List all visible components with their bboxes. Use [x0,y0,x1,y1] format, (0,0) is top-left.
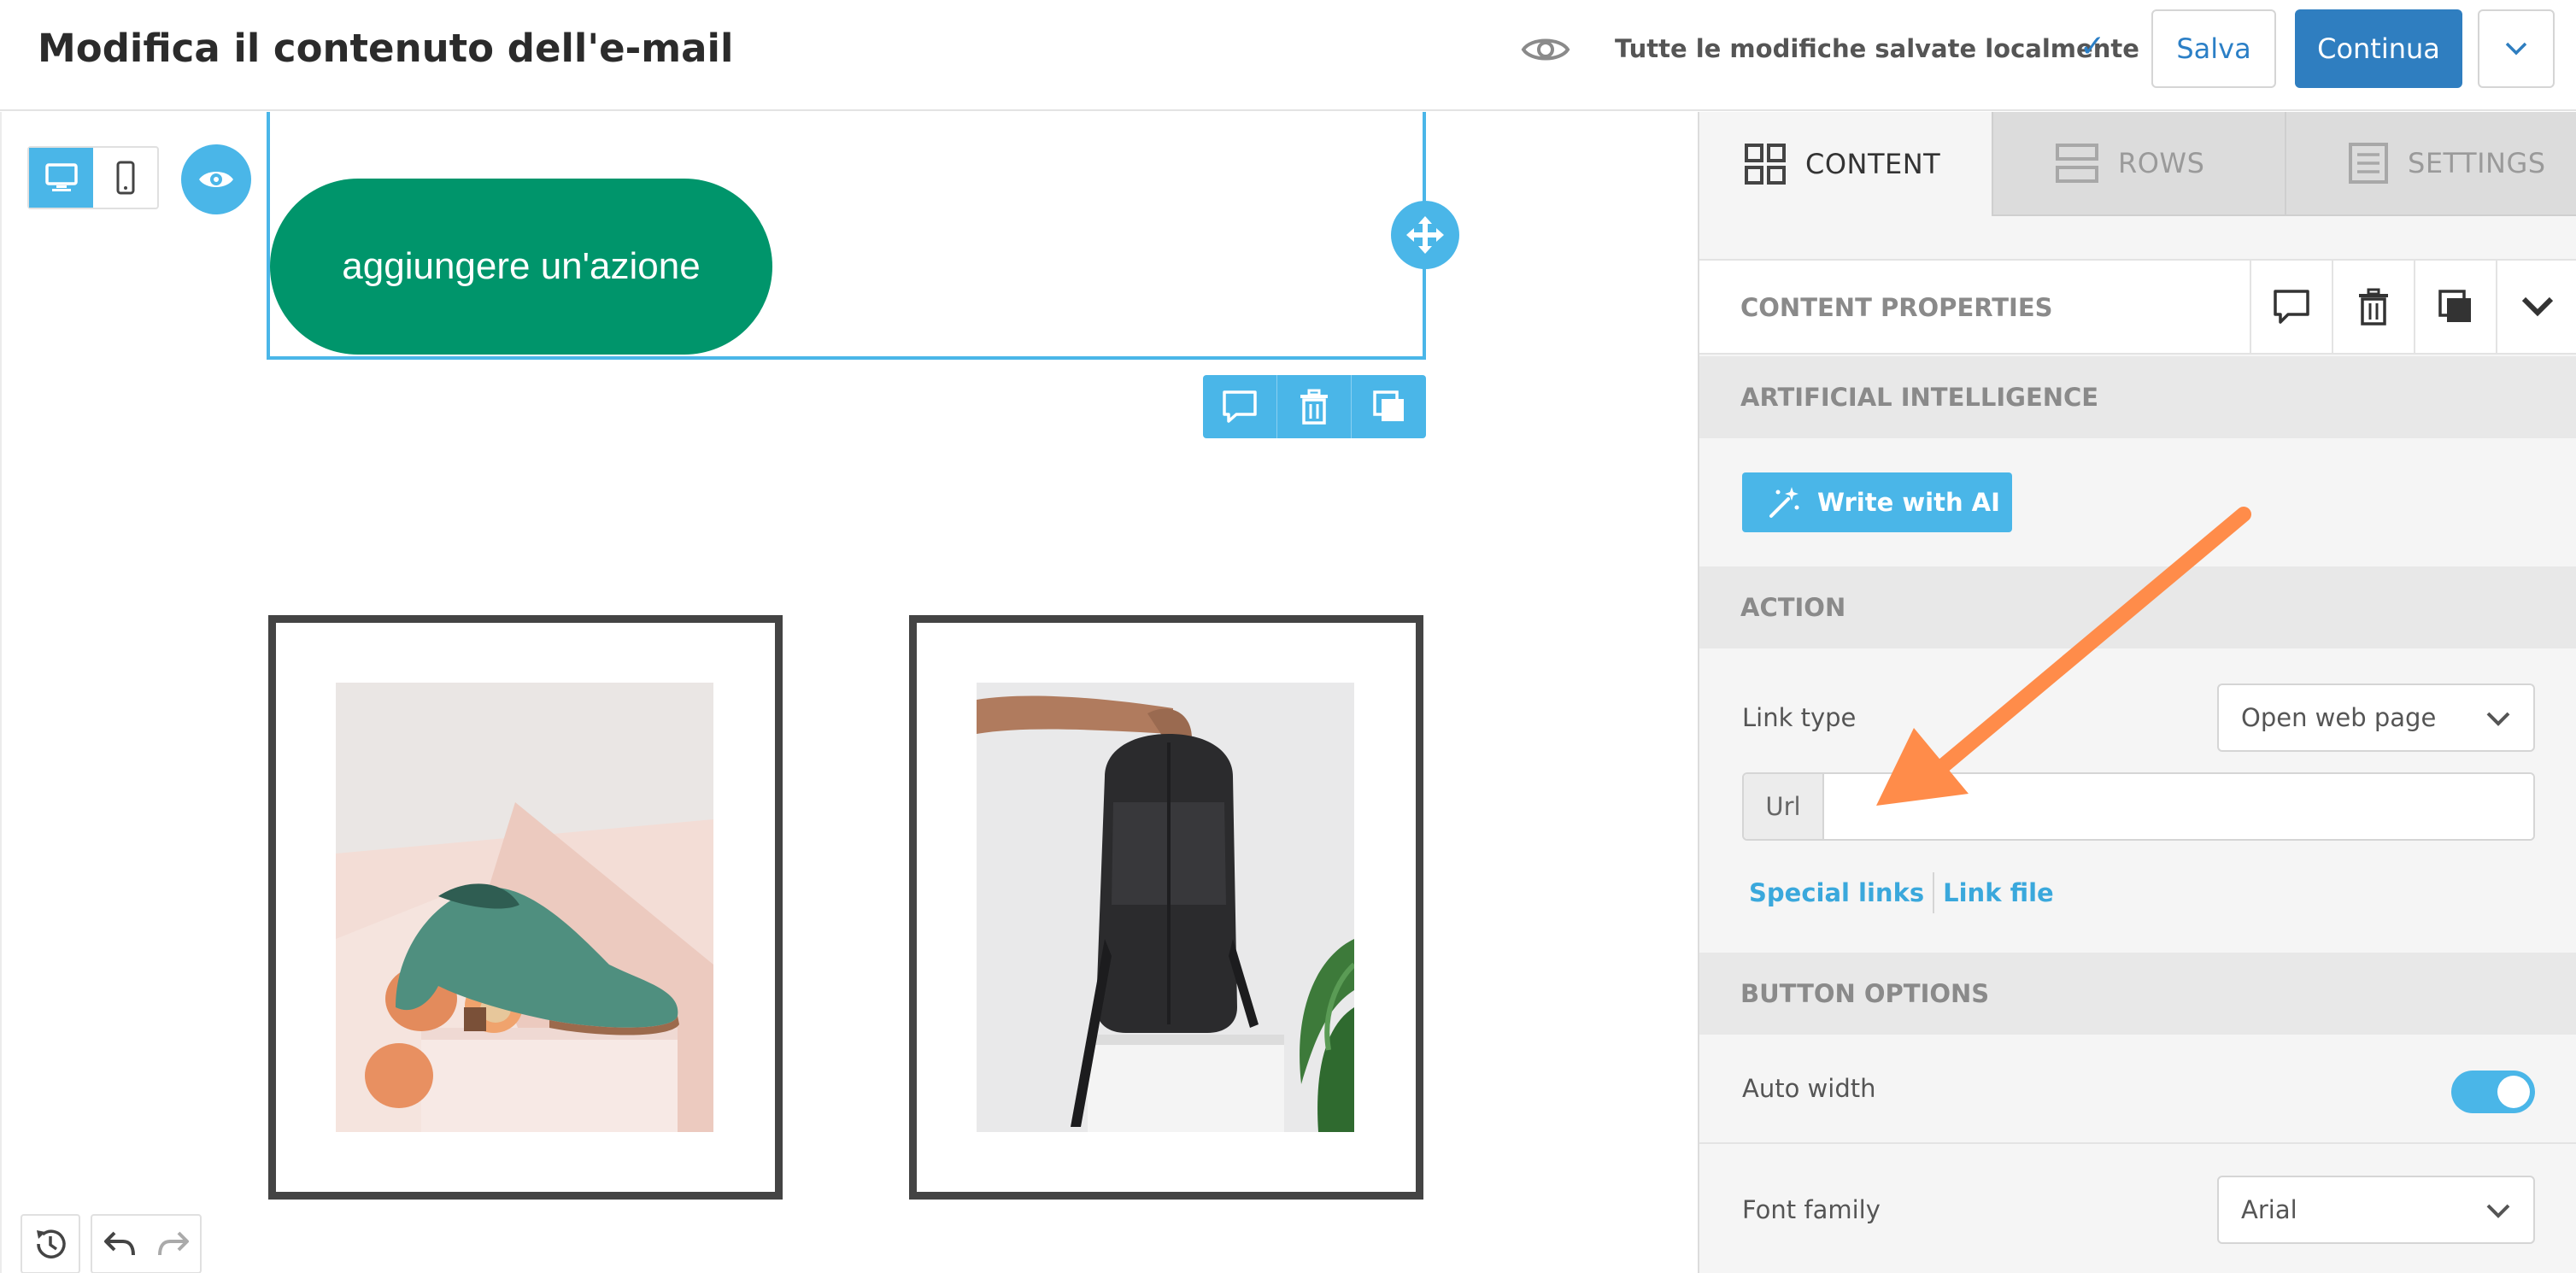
content-properties-title: CONTENT PROPERTIES [1740,293,2053,322]
block-toolbar [1203,375,1426,438]
undo-button[interactable] [92,1216,146,1272]
redo-button[interactable] [146,1216,200,1272]
comment-icon [1223,390,1257,423]
tab-content[interactable]: CONTENT [1699,112,1992,216]
delete-button[interactable] [1277,375,1352,438]
font-family-label: Font family [1742,1195,1881,1224]
undo-icon [103,1231,135,1256]
tab-rows[interactable]: ROWS [1992,112,2285,216]
save-status: Tutte le modifiche salvate localmente [1615,34,2139,63]
panel-collapse-button[interactable] [2496,261,2576,353]
font-family-select[interactable]: Arial [2217,1176,2535,1244]
section-ai-header: ARTIFICIAL INTELLIGENCE [1699,356,2576,438]
content-properties-bar: CONTENT PROPERTIES [1699,259,2576,355]
more-options-button[interactable] [2478,9,2555,88]
tab-settings-label: SETTINGS [2408,147,2546,179]
save-button[interactable]: Salva [2151,9,2276,88]
chevron-down-icon [2486,1204,2510,1218]
history-icon [37,1229,66,1258]
page-title: Modifica il contenuto dell'e-mail [38,26,734,71]
panel-duplicate-button[interactable] [2414,261,2496,353]
checkmark-icon: ✓ [2080,29,2106,64]
product-image-shoe [336,683,713,1132]
desktop-icon [44,163,78,191]
product-card-shoe[interactable] [268,615,783,1200]
auto-width-label: Auto width [1742,1074,1876,1103]
undo-redo-group [91,1214,202,1273]
toggle-knob [2497,1076,2530,1108]
comment-button[interactable] [1203,375,1277,438]
chevron-down-icon [2486,712,2510,726]
eye-icon [199,172,233,187]
link-type-value: Open web page [2241,703,2437,732]
content-properties-actions [2250,261,2576,353]
chevron-down-icon [2521,296,2554,317]
duplicate-button[interactable] [1352,375,1426,438]
section-button-options-header: BUTTON OPTIONS [1699,953,2576,1035]
history-button[interactable] [21,1214,80,1273]
continue-button[interactable]: Continua [2295,9,2462,88]
view-toggle [27,146,159,209]
product-image-backpack [977,683,1354,1132]
url-input[interactable] [1824,774,2533,839]
write-with-ai-button[interactable]: Write with AI [1742,472,2012,532]
settings-list-icon [2349,143,2388,184]
panel-comment-button[interactable] [2250,261,2332,353]
font-family-value: Arial [2241,1195,2297,1224]
mobile-view-button[interactable] [93,148,157,208]
redo-icon [157,1231,189,1256]
link-file-link[interactable]: Link file [1943,878,2054,907]
preview-button[interactable] [181,144,251,214]
url-label: Url [1744,774,1824,839]
row-divider [1699,1142,2576,1144]
special-links-link[interactable]: Special links [1749,878,1924,907]
link-type-label: Link type [1742,703,1857,732]
tab-content-label: CONTENT [1805,148,1941,180]
rows-icon [2056,144,2098,183]
link-options: Special links Link file [1749,872,2054,913]
panel-tabs: CONTENT ROWS SETTINGS [1699,112,2576,216]
properties-panel: CONTENT ROWS SETTINGS CONTENT PROPERTIES [1698,112,2576,1273]
section-action-header: ACTION [1699,566,2576,648]
mobile-icon [116,161,134,195]
duplicate-icon [1372,390,1404,421]
trash-icon [2359,288,2388,326]
move-handle[interactable] [1391,201,1459,269]
chevron-down-icon [2505,42,2527,56]
duplicate-icon [2438,290,2471,322]
desktop-view-button[interactable] [29,148,93,208]
eye-icon[interactable] [1521,32,1570,67]
tab-settings[interactable]: SETTINGS [2285,112,2576,216]
write-with-ai-label: Write with AI [1817,488,2000,517]
trash-icon [1300,389,1328,425]
grid-icon [1745,144,1786,185]
auto-width-toggle[interactable] [2451,1071,2535,1113]
panel-delete-button[interactable] [2332,261,2414,353]
email-canvas: aggiungere un'azione [0,112,1696,1273]
email-action-button[interactable]: aggiungere un'azione [270,179,772,355]
url-field-group: Url [1742,772,2535,841]
comment-icon [2274,290,2309,324]
magic-wand-icon [1769,487,1799,518]
move-icon [1406,216,1444,254]
tab-rows-label: ROWS [2118,147,2205,179]
link-divider [1933,872,1935,913]
product-card-backpack[interactable] [909,615,1423,1200]
top-header: Modifica il contenuto dell'e-mail Tutte … [0,0,2576,111]
link-type-select[interactable]: Open web page [2217,683,2535,752]
